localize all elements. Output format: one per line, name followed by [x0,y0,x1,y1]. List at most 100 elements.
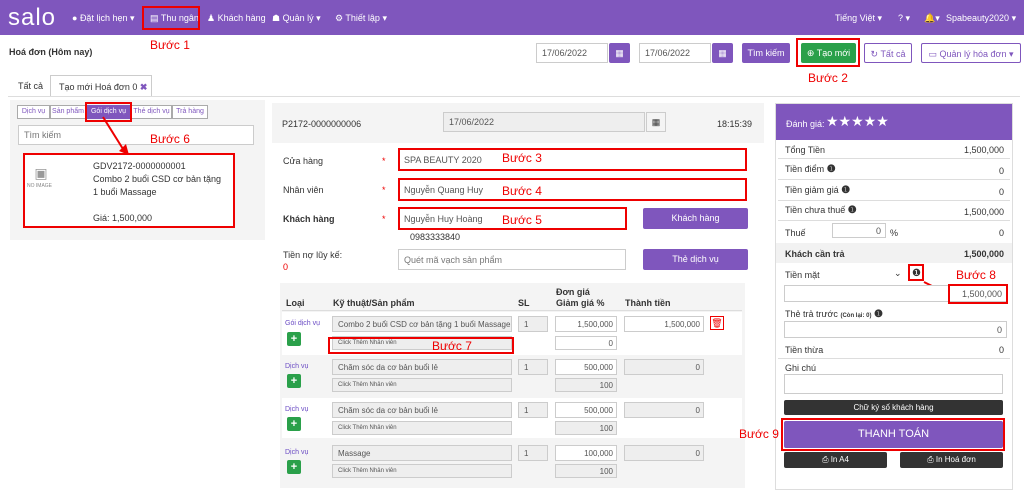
invoice-date-input[interactable]: 17/06/2022 [443,112,645,132]
staff-placeholder-field[interactable]: Click Thêm Nhân viên [332,421,512,435]
change-label: Tiền thừa [785,345,824,355]
delete-icon[interactable]: 🗑 [710,316,724,330]
rating-stars[interactable]: ★★★★★ [826,113,889,130]
row-total: 0 [624,445,704,461]
tab-returns[interactable]: Trả hàng [172,105,208,119]
date-from-input[interactable]: 17/06/2022 [536,43,608,63]
customer-button[interactable]: Khách hàng [643,208,748,229]
tax-input[interactable]: 0 [832,223,886,238]
row-price[interactable]: 100,000 [555,445,617,461]
nav-appointments[interactable]: ● Đặt lịch hẹn ▾ [72,13,135,24]
step-6-label: Bước 6 [150,132,190,146]
row-price[interactable]: 500,000 [555,359,617,375]
required-mark: * [382,185,386,195]
signature-button[interactable]: Chữ ký số khách hàng [784,400,1003,415]
calendar-icon[interactable]: ▦ [609,43,630,63]
row-discount[interactable]: 100 [555,464,617,478]
total-value: 1,500,000 [963,145,1004,155]
row-qty[interactable]: 1 [518,402,548,418]
row-name: Chăm sóc da cơ bản buổi lẻ [332,359,512,375]
row-qty[interactable]: 1 [518,359,548,375]
user-menu[interactable]: Spabeauty2020 ▾ [946,13,1016,24]
pretax-label: Tiền chưa thuế ❶ [785,205,857,216]
manage-invoice-button[interactable]: ▭ Quản lý hóa đơn ▾ [921,43,1021,63]
language-select[interactable]: Tiếng Việt ▾ [835,13,882,24]
staff-placeholder-field[interactable]: Click Thêm Nhân viên [332,464,512,478]
chevron-down-icon[interactable]: ⌄ [894,268,902,279]
total-label: Tổng Tiền [785,145,826,155]
required-mark: * [382,214,386,224]
prepaid-input[interactable]: 0 [784,321,1007,338]
app-logo[interactable]: salo [8,4,56,32]
divider [778,358,1010,359]
callout-step-1 [142,6,200,30]
due-label: Khách cần trả [785,249,845,259]
date-to-input[interactable]: 17/06/2022 [639,43,711,63]
add-staff-icon[interactable]: + [287,460,301,474]
required-mark: * [382,156,386,166]
row-discount[interactable]: 100 [555,421,617,435]
callout-step-2 [796,38,860,67]
col-qty: SL [518,298,530,308]
row-total[interactable]: 1,500,000 [624,316,704,332]
callout-step-8-cash [948,284,1008,304]
table-divider [282,310,742,311]
print-invoice-button[interactable]: ⎙ In Hoá đơn [900,452,1003,468]
callout-step-9 [781,418,1005,451]
discount-value: 0 [998,187,1004,197]
nav-manage[interactable]: ☗ Quản lý ▾ [272,13,321,24]
invoice-code: P2172-0000000006 [282,119,362,129]
note-textarea[interactable] [784,374,1003,394]
rating-label: Đánh giá: [786,119,825,129]
row-discount[interactable]: 0 [555,336,617,350]
due-value: 1,500,000 [963,249,1004,259]
row-qty[interactable]: 1 [518,316,548,332]
debt-label: Tiền nợ lũy kế: [283,250,343,260]
col-discount: Giảm giá % [556,298,605,308]
col-type: Loại [286,298,305,308]
row-price[interactable]: 1,500,000 [555,316,617,332]
tab-services[interactable]: Dịch vụ [17,105,50,119]
cash-label[interactable]: Tiền mặt [785,270,820,280]
points-value: 0 [998,166,1004,176]
row-price[interactable]: 500,000 [555,402,617,418]
row-qty[interactable]: 1 [518,445,548,461]
calendar-icon[interactable]: ▦ [712,43,733,63]
row-name: Chăm sóc da cơ bản buổi lẻ [332,402,512,418]
col-price: Đơn giá [556,287,590,297]
all-button[interactable]: ↻ Tất cả [864,43,912,63]
customer-label: Khách hàng [283,214,335,224]
store-label: Cửa hàng [283,156,324,166]
tab-all[interactable]: Tất cả [18,81,43,91]
row-type: Dịch vụ [285,449,309,456]
step-5-label: Bước 5 [502,213,542,227]
add-staff-icon[interactable]: + [287,332,301,346]
row-total: 0 [624,402,704,418]
staff-label: Nhân viên [283,185,324,195]
pretax-value: 1,500,000 [963,207,1004,217]
callout-step-4 [398,178,747,201]
arrow-icon [102,116,129,155]
staff-placeholder-field[interactable]: Click Thêm Nhân viên [332,378,512,392]
add-staff-icon[interactable]: + [287,417,301,431]
tab-new-invoice[interactable]: Tạo mới Hoá đơn 0 ✖ [50,75,152,96]
search-button[interactable]: Tìm kiếm [742,43,790,63]
barcode-input[interactable]: Quét mã vạch sản phẩm [398,249,626,270]
print-a4-button[interactable]: ⎙ In A4 [784,452,887,468]
step-4-label: Bước 4 [502,184,542,198]
change-value: 0 [998,345,1004,355]
debt-value: 0 [283,262,289,272]
help-icon[interactable]: ? ▾ [898,13,910,24]
nav-customers[interactable]: ♟ Khách hàng [207,13,266,24]
service-card-button[interactable]: Thẻ dịch vụ [643,249,748,270]
nav-settings[interactable]: ⚙ Thiết lập ▾ [335,13,387,24]
bell-icon[interactable]: 🔔▾ [924,13,940,24]
row-discount[interactable]: 100 [555,378,617,392]
step-2-label: Bước 2 [808,71,848,85]
tab-products[interactable]: Sản phẩm [50,105,86,119]
divider [778,220,1010,221]
add-staff-icon[interactable]: + [287,374,301,388]
calendar-icon[interactable]: ▦ [646,112,666,132]
step-3-label: Bước 3 [502,151,542,165]
step-8-label: Bước 8 [956,268,996,282]
